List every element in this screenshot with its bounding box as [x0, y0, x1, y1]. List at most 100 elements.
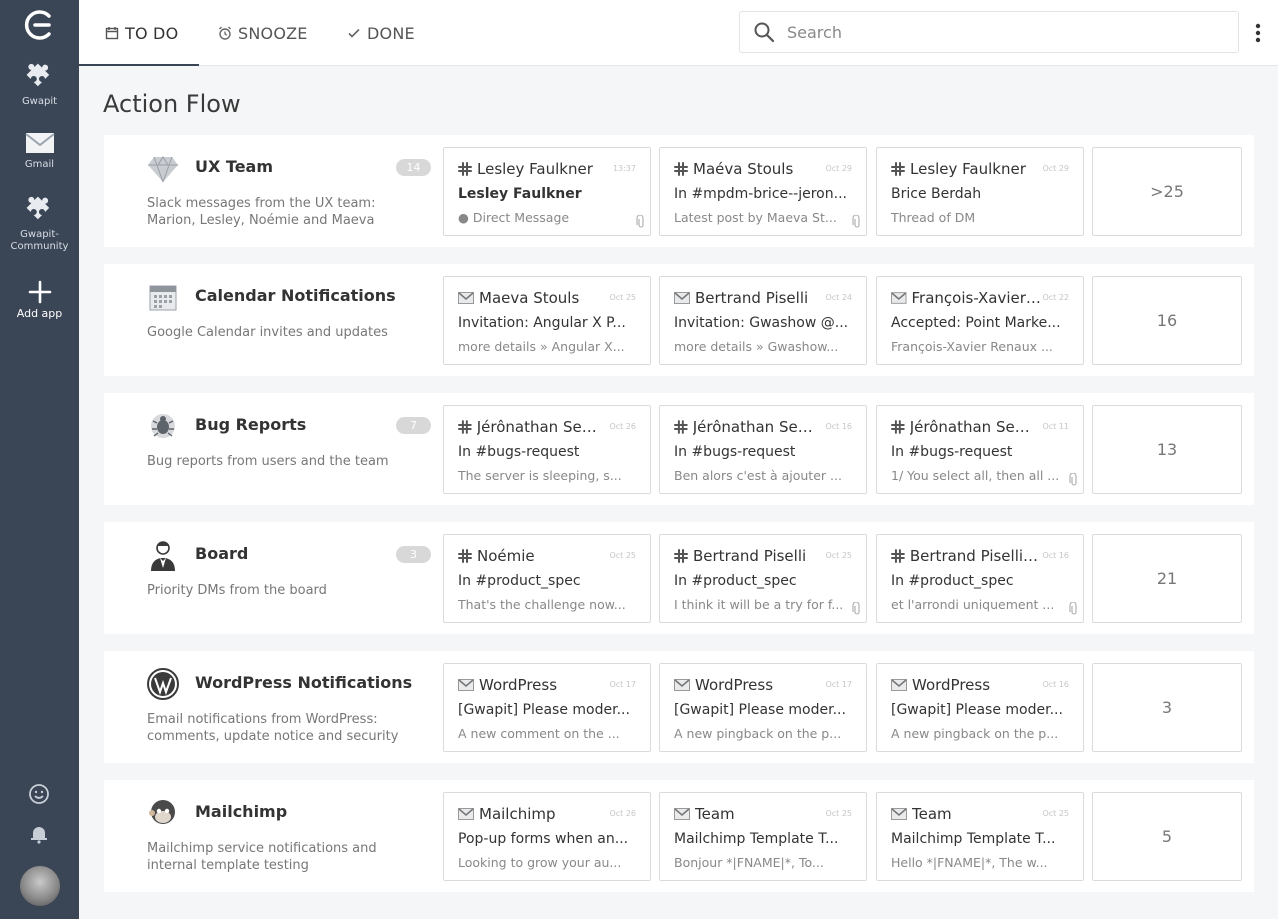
tab-snooze[interactable]: SNOOZE [218, 20, 308, 46]
message-subject: In #mpdm-brice--jeron... [674, 186, 847, 202]
message-date: Oct 22 [1042, 293, 1069, 302]
flow-row[interactable]: WordPress Notifications Email notificatio… [104, 651, 1254, 763]
puzzle-icon [26, 63, 49, 87]
flow-description: Mailchimp service notifications and inte… [147, 841, 377, 873]
message-card[interactable]: Mailchimp Oct 26 Pop-up forms when an... Lo… [443, 792, 651, 881]
sender-name: Jérônathan Sem... [476, 418, 608, 436]
sidebar-app-gmail[interactable]: Gmail [0, 131, 79, 171]
message-preview: The server is sleeping, s... [458, 468, 622, 483]
message-subject: Mailchimp Template T... [891, 831, 1056, 847]
message-preview: A new pingback on the p... [891, 726, 1059, 741]
check-icon [348, 28, 360, 38]
message-card[interactable]: WordPress Oct 17 [Gwapit] Please moder... A… [659, 663, 867, 752]
slack-icon [891, 162, 905, 176]
message-sender: WordPress [891, 676, 1041, 694]
message-card[interactable]: François-Xavier ... Oct 22 Accepted: Point… [876, 276, 1084, 365]
gmail-icon [674, 292, 690, 304]
message-sender: Bertrand Piselli,... [891, 547, 1041, 565]
message-card[interactable]: Noémie Oct 25 In #product_spec That's the c… [443, 534, 651, 623]
slack-icon [674, 162, 688, 176]
message-subject: In #product_spec [891, 573, 1014, 589]
message-card[interactable]: Lesley Faulkner Oct 29 Brice Berdah Thread … [876, 147, 1084, 236]
add-app-button[interactable]: Add app [0, 280, 79, 320]
message-preview: I think it will be a try for f... [674, 597, 844, 612]
tab-done[interactable]: DONE [347, 20, 415, 46]
message-preview: A new comment on the ... [458, 726, 620, 741]
tab-label: TO DO [125, 23, 179, 43]
message-card[interactable]: Bertrand Piselli Oct 24 Invitation: Gwasho… [659, 276, 867, 365]
message-subject: Invitation: Gwashow @... [674, 315, 849, 331]
more-options-icon[interactable] [1254, 22, 1262, 44]
avatar[interactable] [20, 866, 60, 906]
sender-name: Bertrand Piselli [693, 547, 807, 565]
more-messages-button[interactable]: 16 [1092, 276, 1242, 365]
gwapit-logo-icon[interactable] [22, 8, 56, 42]
message-card[interactable]: WordPress Oct 16 [Gwapit] Please moder... A… [876, 663, 1084, 752]
message-preview: more details » Angular X... [458, 339, 625, 354]
gmail-icon [458, 679, 474, 691]
sidebar-app-label-line1: Gwapit- [20, 229, 59, 240]
message-subject: [Gwapit] Please moder... [458, 702, 630, 718]
flow-row[interactable]: Board 3 Priority DMs from the board Noémie O… [104, 522, 1254, 634]
message-sender: Bertrand Piselli [674, 289, 824, 307]
attachment-icon [852, 602, 860, 615]
sender-name: François-Xavier ... [911, 289, 1041, 307]
tab-todo[interactable]: TO DO [105, 20, 178, 46]
add-app-label: Add app [16, 307, 63, 320]
more-messages-button[interactable]: 21 [1092, 534, 1242, 623]
message-sender: Maéva Stouls [674, 160, 824, 178]
message-card[interactable]: Team Oct 25 Mailchimp Template T... Hello *… [876, 792, 1084, 881]
message-date: Oct 29 [1042, 164, 1069, 173]
flow-title[interactable]: Mailchimp [195, 802, 287, 821]
sender-name: Noémie [477, 547, 535, 565]
search-icon [754, 22, 775, 43]
message-card[interactable]: Jérônathan Sem... Oct 11 In #bugs-request 1… [876, 405, 1084, 494]
search-input[interactable] [787, 22, 1207, 42]
flow-title[interactable]: Bug Reports [195, 415, 306, 434]
search-box[interactable] [739, 11, 1239, 53]
message-card[interactable]: WordPress Oct 17 [Gwapit] Please moder... A… [443, 663, 651, 752]
message-date: Oct 11 [1042, 422, 1069, 431]
slack-icon [674, 549, 688, 563]
more-messages-button[interactable]: >25 [1092, 147, 1242, 236]
sender-name: Mailchimp [479, 805, 556, 823]
slack-icon [891, 420, 905, 434]
message-sender: WordPress [674, 676, 824, 694]
flow-row[interactable]: Calendar Notifications Google Calendar in… [104, 264, 1254, 376]
flow-title[interactable]: Board [195, 544, 248, 563]
message-date: Oct 16 [1042, 680, 1069, 689]
flow-title[interactable]: UX Team [195, 157, 273, 176]
message-card[interactable]: Jérônathan Sem... Oct 16 In #bugs-request B… [659, 405, 867, 494]
more-messages-button[interactable]: 5 [1092, 792, 1242, 881]
message-card[interactable]: Lesley Faulkner 13:37 Lesley Faulkner ● Dir… [443, 147, 651, 236]
sender-name: Team [695, 805, 735, 823]
attachment-icon [1069, 602, 1077, 615]
more-messages-button[interactable]: 13 [1092, 405, 1242, 494]
flow-row[interactable]: Mailchimp Mailchimp service notifications… [104, 780, 1254, 892]
message-card[interactable]: Bertrand Piselli,... Oct 16 In #product_sp… [876, 534, 1084, 623]
smiley-icon[interactable] [27, 782, 51, 806]
message-card[interactable]: Maéva Stouls Oct 29 In #mpdm-brice--jeron.… [659, 147, 867, 236]
message-preview: François-Xavier Renaux ... [891, 339, 1053, 354]
message-card[interactable]: Bertrand Piselli Oct 25 In #product_spec I … [659, 534, 867, 623]
message-date: Oct 29 [825, 164, 852, 173]
flow-row[interactable]: UX Team 14 Slack messages from the UX team… [104, 135, 1254, 247]
sidebar-app-gwapit[interactable]: Gwapit [0, 62, 79, 108]
message-subject: Lesley Faulkner [458, 186, 582, 202]
sender-name: Jérônathan Sem... [909, 418, 1041, 436]
more-messages-button[interactable]: 3 [1092, 663, 1242, 752]
flow-title[interactable]: WordPress Notifications [195, 673, 412, 692]
bell-icon[interactable] [27, 822, 51, 846]
message-subject: In #bugs-request [458, 444, 580, 460]
flow-title[interactable]: Calendar Notifications [195, 286, 396, 305]
message-preview: 1/ You select all, then all ... [891, 468, 1060, 483]
message-card[interactable]: Jérônathan Sem... Oct 26 In #bugs-request T… [443, 405, 651, 494]
message-card[interactable]: Maeva Stouls Oct 25 Invitation: Angular X … [443, 276, 651, 365]
message-preview: Bonjour *|FNAME|*, To... [674, 855, 824, 870]
message-subject: In #product_spec [674, 573, 797, 589]
message-date: Oct 25 [825, 809, 852, 818]
sidebar-app-gwapit-community[interactable]: Gwapit- Community [0, 195, 79, 253]
sidebar-app-label: Gwapit [21, 96, 58, 107]
flow-row[interactable]: Bug Reports 7 Bug reports from users and t… [104, 393, 1254, 505]
message-card[interactable]: Team Oct 25 Mailchimp Template T... Bonjour… [659, 792, 867, 881]
